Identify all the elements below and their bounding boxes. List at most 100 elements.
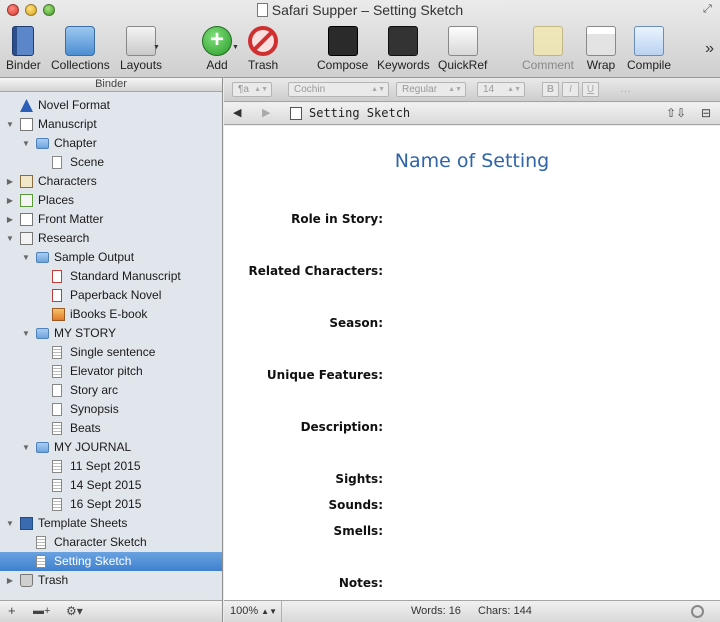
text-sheet-icon bbox=[52, 346, 62, 359]
disclosure-open-icon[interactable]: ▼ bbox=[5, 115, 15, 134]
quickref-button[interactable]: QuickRef bbox=[438, 26, 487, 72]
binder-item-label: Sample Output bbox=[54, 250, 135, 264]
characters-icon bbox=[20, 175, 33, 188]
binder-item-label: Chapter bbox=[54, 136, 97, 150]
layouts-dropdown-icon[interactable]: ▼ bbox=[153, 44, 160, 51]
binder-item-label: Template Sheets bbox=[38, 516, 128, 530]
add-dropdown-icon[interactable]: ▼ bbox=[232, 44, 239, 51]
font-size-select[interactable]: 14 ▲▼ bbox=[477, 82, 525, 97]
binder-item[interactable]: ▼ Sample Output bbox=[0, 248, 222, 267]
binder-item[interactable]: Paperback Novel bbox=[0, 286, 222, 305]
compose-button[interactable]: Compose bbox=[317, 26, 368, 72]
disclosure-open-icon[interactable]: ▼ bbox=[21, 134, 31, 153]
binder-button[interactable]: Binder bbox=[6, 26, 41, 72]
binder-item[interactable]: ▼ Template Sheets bbox=[0, 514, 222, 533]
binder-item[interactable]: Beats bbox=[0, 419, 222, 438]
trash-icon bbox=[20, 574, 33, 587]
font-family-select[interactable]: Cochin ▲▼ bbox=[288, 82, 389, 97]
pdf-icon bbox=[52, 289, 62, 302]
comment-icon bbox=[533, 26, 563, 56]
font-weight-select[interactable]: Regular ▲▼ bbox=[396, 82, 466, 97]
keywords-button[interactable]: Keywords bbox=[377, 26, 430, 72]
compile-button[interactable]: Compile bbox=[627, 26, 671, 72]
add-button[interactable]: + Add bbox=[202, 26, 232, 72]
binder-item[interactable]: iBooks E-book bbox=[0, 305, 222, 324]
bold-button[interactable]: B bbox=[542, 82, 559, 97]
target-icon[interactable] bbox=[691, 605, 704, 618]
field-role-in-story: Role in Story: bbox=[291, 212, 383, 226]
collections-button[interactable]: Collections bbox=[51, 26, 110, 72]
disclosure-closed-icon[interactable]: ▶ bbox=[5, 210, 15, 229]
comment-button[interactable]: Comment bbox=[522, 26, 574, 72]
binder-item[interactable]: Setting Sketch bbox=[0, 552, 222, 571]
binder-item[interactable]: ▶ Places bbox=[0, 191, 222, 210]
binder-item[interactable]: ▶ Characters bbox=[0, 172, 222, 191]
add-folder-icon[interactable]: ▬+ bbox=[33, 605, 50, 617]
binder-item-label: Novel Format bbox=[38, 98, 111, 112]
zoom-select[interactable]: 100% ▲▼ bbox=[224, 601, 282, 622]
trash-button[interactable]: Trash bbox=[248, 26, 278, 72]
disclosure-open-icon[interactable]: ▼ bbox=[5, 514, 15, 533]
binder-footer: + ▬+ ⚙▾ bbox=[0, 600, 222, 622]
add-icon: + bbox=[202, 26, 232, 56]
binder-item[interactable]: Synopsis bbox=[0, 400, 222, 419]
compile-icon bbox=[634, 26, 664, 56]
chevron-updown-icon: ▲▼ bbox=[507, 86, 521, 93]
fullscreen-icon[interactable]: ⤢ bbox=[703, 3, 715, 15]
binder-item[interactable]: ▼ MY JOURNAL bbox=[0, 438, 222, 457]
word-count: Words: 16 bbox=[411, 605, 461, 617]
binder-item[interactable]: Scene bbox=[0, 153, 222, 172]
compose-icon bbox=[327, 26, 358, 56]
binder-item-label: Elevator pitch bbox=[70, 364, 143, 378]
disclosure-closed-icon[interactable]: ▶ bbox=[5, 571, 15, 590]
binder-item[interactable]: Story arc bbox=[0, 381, 222, 400]
binder-item[interactable]: ▶ Front Matter bbox=[0, 210, 222, 229]
field-smells: Smells: bbox=[333, 524, 383, 538]
binder-item[interactable]: ▼ MY STORY bbox=[0, 324, 222, 343]
toolbar-overflow-icon[interactable]: » bbox=[705, 40, 714, 58]
italic-button[interactable]: I bbox=[562, 82, 579, 97]
forward-arrow-icon[interactable]: ▶ bbox=[262, 106, 270, 119]
disclosure-closed-icon[interactable]: ▶ bbox=[5, 191, 15, 210]
disclosure-open-icon[interactable]: ▼ bbox=[21, 438, 31, 457]
binder-item[interactable]: ▼ Manuscript bbox=[0, 115, 222, 134]
binder-item-label: Paperback Novel bbox=[70, 288, 162, 302]
binder-item[interactable]: ▶ Trash bbox=[0, 571, 222, 590]
underline-button[interactable]: U bbox=[582, 82, 599, 97]
binder-item-label: Standard Manuscript bbox=[70, 269, 181, 283]
binder-item[interactable]: 16 Sept 2015 bbox=[0, 495, 222, 514]
disclosure-open-icon[interactable]: ▼ bbox=[21, 248, 31, 267]
binder-item-label: Characters bbox=[38, 174, 97, 188]
binder-item[interactable]: Novel Format bbox=[0, 96, 222, 115]
document-proxy-icon[interactable] bbox=[256, 3, 268, 17]
disclosure-closed-icon[interactable]: ▶ bbox=[5, 172, 15, 191]
binder-item-label: 11 Sept 2015 bbox=[70, 459, 141, 473]
text-sheet-icon bbox=[52, 422, 62, 435]
gear-icon[interactable]: ⚙▾ bbox=[66, 604, 83, 618]
binder-item-label: Single sentence bbox=[70, 345, 156, 359]
document-heading: Name of Setting bbox=[394, 150, 550, 172]
paragraph-style-select[interactable]: ¶a ▲▼ bbox=[232, 82, 272, 97]
disclosure-open-icon[interactable]: ▼ bbox=[5, 229, 15, 248]
binder-item[interactable]: ▼ Research bbox=[0, 229, 222, 248]
binder-item[interactable]: Standard Manuscript bbox=[0, 267, 222, 286]
document-editor[interactable]: Name of Setting Role in Story: Related C… bbox=[224, 126, 720, 600]
disclosure-open-icon[interactable]: ▼ bbox=[21, 324, 31, 343]
binder-item-label: Research bbox=[38, 231, 90, 245]
field-sights: Sights: bbox=[335, 472, 383, 486]
binder-item[interactable]: Single sentence bbox=[0, 343, 222, 362]
document-icon bbox=[52, 403, 62, 416]
binder-item[interactable]: ▼ Chapter bbox=[0, 134, 222, 153]
back-arrow-icon[interactable]: ◀ bbox=[233, 106, 241, 119]
binder-item[interactable]: 11 Sept 2015 bbox=[0, 457, 222, 476]
up-down-arrows-icon[interactable]: ⇧⇩ bbox=[666, 106, 686, 120]
binder-item[interactable]: Character Sketch bbox=[0, 533, 222, 552]
wrap-button[interactable]: Wrap bbox=[586, 26, 616, 72]
format-more-button[interactable]: … bbox=[620, 83, 631, 95]
split-editor-icon[interactable]: ⊟ bbox=[701, 106, 711, 120]
window-title: Safari Supper – Setting Sketch bbox=[0, 2, 720, 18]
binder-item[interactable]: Elevator pitch bbox=[0, 362, 222, 381]
field-sounds: Sounds: bbox=[328, 498, 383, 512]
binder-item[interactable]: 14 Sept 2015 bbox=[0, 476, 222, 495]
add-item-icon[interactable]: + bbox=[8, 603, 16, 618]
